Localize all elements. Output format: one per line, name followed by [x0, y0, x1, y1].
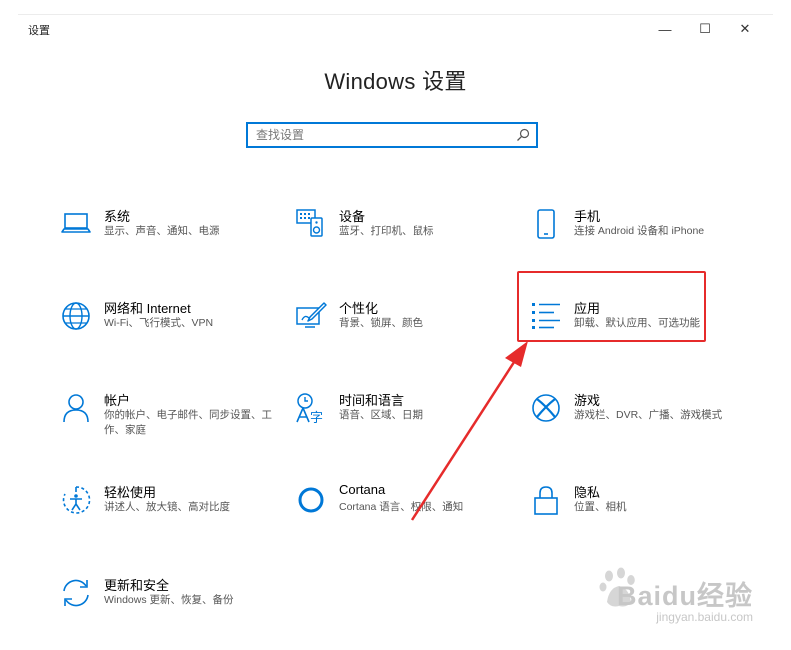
- watermark-url: jingyan.baidu.com: [656, 610, 753, 624]
- tile-time-language[interactable]: 字 时间和语言 语音、区域、日期: [295, 390, 505, 450]
- tile-update-security[interactable]: 更新和安全 Windows 更新、恢复、备份: [60, 575, 270, 635]
- lock-icon: [530, 484, 562, 516]
- laptop-icon: [60, 208, 92, 240]
- paint-brush-icon: [295, 300, 327, 332]
- tile-cortana[interactable]: Cortana Cortana 语言、权限、通知: [295, 482, 505, 542]
- globe-icon: [60, 300, 92, 332]
- tile-title: 更新和安全: [104, 578, 170, 593]
- minimize-button[interactable]: —: [645, 16, 685, 42]
- ease-of-access-icon: [60, 484, 92, 516]
- tile-gaming[interactable]: 游戏 游戏栏、DVR、广播、游戏模式: [530, 390, 740, 450]
- tile-desc: 游戏栏、DVR、广播、游戏模式: [574, 409, 723, 421]
- tile-desc: 显示、声音、通知、电源: [104, 225, 220, 237]
- window-title: 设置: [28, 25, 50, 37]
- maximize-button[interactable]: ☐: [685, 16, 725, 42]
- tile-title: 个性化: [339, 301, 379, 316]
- tile-desc: 语音、区域、日期: [339, 409, 423, 421]
- page-title: Windows 设置: [324, 69, 467, 94]
- cortana-circle-icon: [295, 484, 327, 516]
- search-icon[interactable]: [516, 128, 530, 142]
- tile-title: 网络和 Internet: [104, 301, 191, 316]
- tile-title: 帐户: [104, 393, 131, 408]
- highlight-box: [517, 271, 706, 342]
- tile-devices[interactable]: 设备 蓝牙、打印机、鼠标: [295, 206, 505, 266]
- tile-desc: 你的帐户、电子邮件、同步设置、工作、家庭: [104, 409, 272, 436]
- tile-title: Cortana: [339, 482, 386, 497]
- keyboard-icon: [295, 208, 327, 240]
- search-box[interactable]: [246, 122, 538, 148]
- xbox-icon: [530, 392, 562, 424]
- tile-title: 手机: [574, 209, 601, 224]
- svg-text:字: 字: [310, 411, 323, 424]
- tile-title: 时间和语言: [339, 393, 405, 408]
- tile-title: 轻松使用: [104, 485, 157, 500]
- window-controls: — ☐ ✕: [645, 16, 765, 42]
- sync-arrows-icon: [60, 577, 92, 609]
- tile-personalization[interactable]: 个性化 背景、锁屏、颜色: [295, 298, 505, 358]
- tile-system[interactable]: 系统 显示、声音、通知、电源: [60, 206, 270, 266]
- tile-accounts[interactable]: 帐户 你的帐户、电子邮件、同步设置、工作、家庭: [60, 390, 272, 450]
- tile-desc: 讲述人、放大镜、高对比度: [104, 501, 230, 513]
- close-button[interactable]: ✕: [725, 16, 765, 42]
- tile-title: 隐私: [574, 485, 601, 500]
- tile-desc: 蓝牙、打印机、鼠标: [339, 225, 434, 237]
- phone-icon: [530, 208, 562, 240]
- watermark-brand: Baidu经验: [616, 581, 753, 611]
- tile-desc: 背景、锁屏、颜色: [339, 317, 423, 329]
- tile-title: 游戏: [574, 393, 601, 408]
- tile-network[interactable]: 网络和 Internet Wi-Fi、飞行模式、VPN: [60, 298, 270, 358]
- tile-desc: 连接 Android 设备和 iPhone: [574, 225, 705, 237]
- time-language-icon: 字: [295, 392, 327, 426]
- person-icon: [60, 392, 92, 424]
- tile-desc: Windows 更新、恢复、备份: [104, 594, 234, 606]
- tile-title: 系统: [104, 209, 131, 224]
- tile-privacy[interactable]: 隐私 位置、相机: [530, 482, 740, 542]
- baidu-watermark: Baidu经验 jingyan.baidu.com: [593, 566, 753, 636]
- top-divider: [18, 14, 773, 15]
- tile-desc: Wi-Fi、飞行模式、VPN: [104, 317, 214, 329]
- tile-desc: 位置、相机: [574, 501, 627, 513]
- search-input[interactable]: [256, 126, 511, 144]
- tile-title: 设备: [339, 209, 366, 224]
- tile-phone[interactable]: 手机 连接 Android 设备和 iPhone: [530, 206, 740, 266]
- tile-desc: Cortana 语言、权限、通知: [339, 501, 464, 513]
- tile-ease-of-access[interactable]: 轻松使用 讲述人、放大镜、高对比度: [60, 482, 270, 542]
